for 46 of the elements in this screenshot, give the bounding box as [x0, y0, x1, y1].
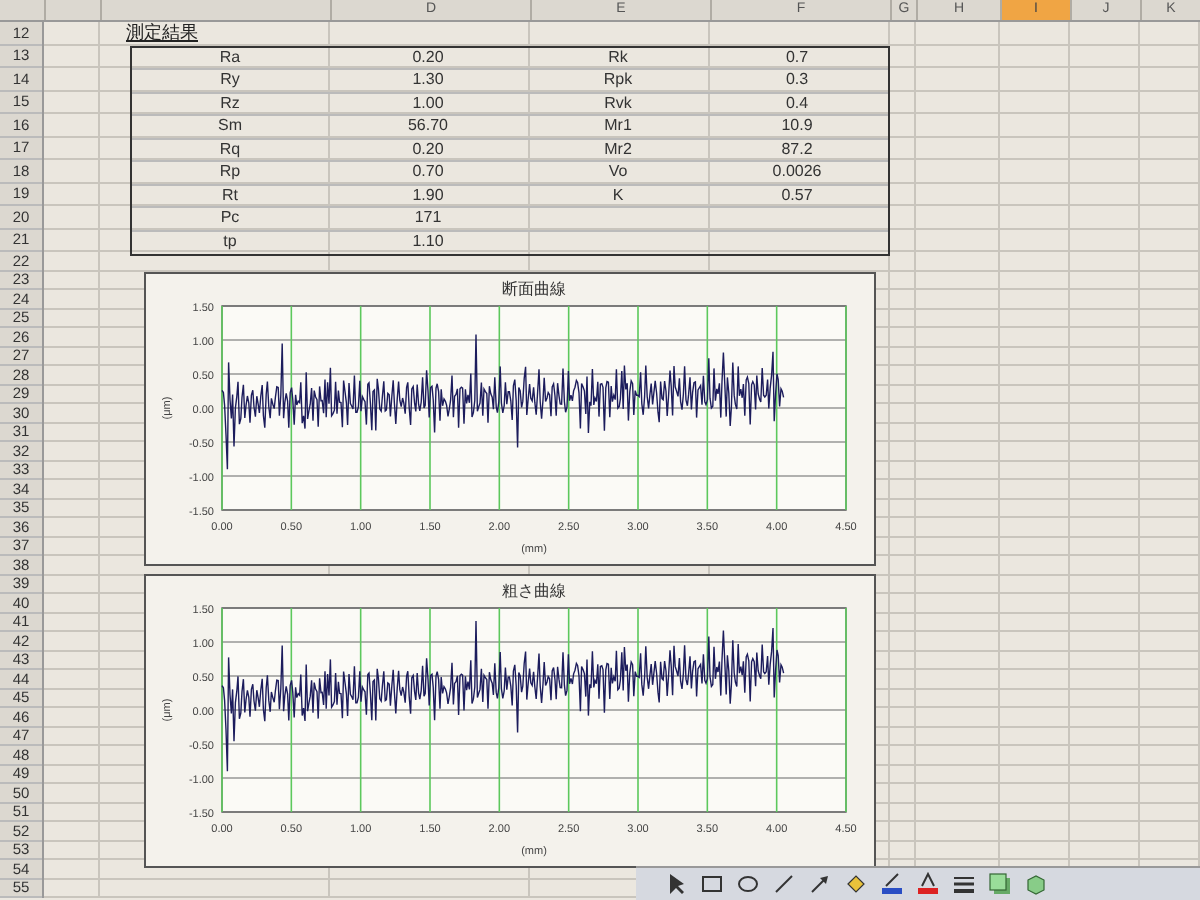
parameter-value: 0.20 — [410, 139, 446, 160]
line-icon[interactable] — [772, 872, 796, 896]
parameter-value: 0.20 — [410, 47, 446, 68]
parameter-name: Rq — [217, 139, 243, 160]
line-color-icon[interactable] — [880, 872, 904, 896]
parameter-name: Ry — [218, 70, 242, 91]
parameter-value: 87.2 — [779, 139, 815, 160]
cursor-icon[interactable] — [664, 872, 688, 896]
3d-icon[interactable] — [1024, 872, 1048, 896]
parameter-name: tp — [221, 231, 239, 254]
rectangle-icon[interactable] — [700, 872, 724, 896]
parameter-value: 10.9 — [779, 116, 815, 137]
parameter-value: 1.30 — [410, 70, 446, 91]
parameter-name: Rk — [606, 47, 630, 68]
shadow-icon[interactable] — [988, 872, 1012, 896]
fill-color-icon[interactable] — [844, 872, 868, 896]
parameter-value: 0.3 — [783, 70, 811, 91]
chart-title: 粗さ曲線 — [502, 582, 566, 600]
parameter-name: Sm — [216, 116, 244, 137]
font-color-icon[interactable] — [916, 872, 940, 896]
chart-title: 断面曲線 — [502, 280, 566, 298]
parameter-value: 1.90 — [410, 185, 446, 206]
parameter-value: 171 — [412, 208, 444, 229]
parameter-value: 0.4 — [783, 93, 811, 114]
parameter-value: 1.10 — [410, 231, 446, 253]
ellipse-icon[interactable] — [736, 872, 760, 896]
parameter-name: Ra — [217, 47, 243, 68]
parameter-value: 56.70 — [405, 116, 451, 137]
parameter-name: Mr2 — [602, 139, 634, 160]
parameter-name: Rvk — [602, 93, 634, 114]
arrow-icon[interactable] — [808, 872, 832, 896]
parameter-name: Pc — [218, 208, 242, 229]
parameter-value: 1.00 — [410, 93, 446, 114]
parameter-name: Vo — [606, 162, 630, 183]
line-style-icon[interactable] — [952, 872, 976, 896]
parameter-name: Rz — [218, 93, 242, 114]
parameter-name: Rt — [220, 185, 240, 206]
parameter-name: Mr1 — [602, 116, 634, 137]
parameter-value: 0.57 — [779, 185, 815, 206]
parameter-name: Rp — [217, 162, 243, 183]
parameter-value: 0.70 — [410, 162, 446, 183]
parameter-name: Rpk — [601, 70, 635, 91]
parameter-name: K — [610, 185, 626, 206]
section-title: 測定結果 — [126, 22, 198, 45]
parameter-value: 0.7 — [783, 47, 811, 68]
parameter-value: 0.0026 — [770, 162, 824, 183]
